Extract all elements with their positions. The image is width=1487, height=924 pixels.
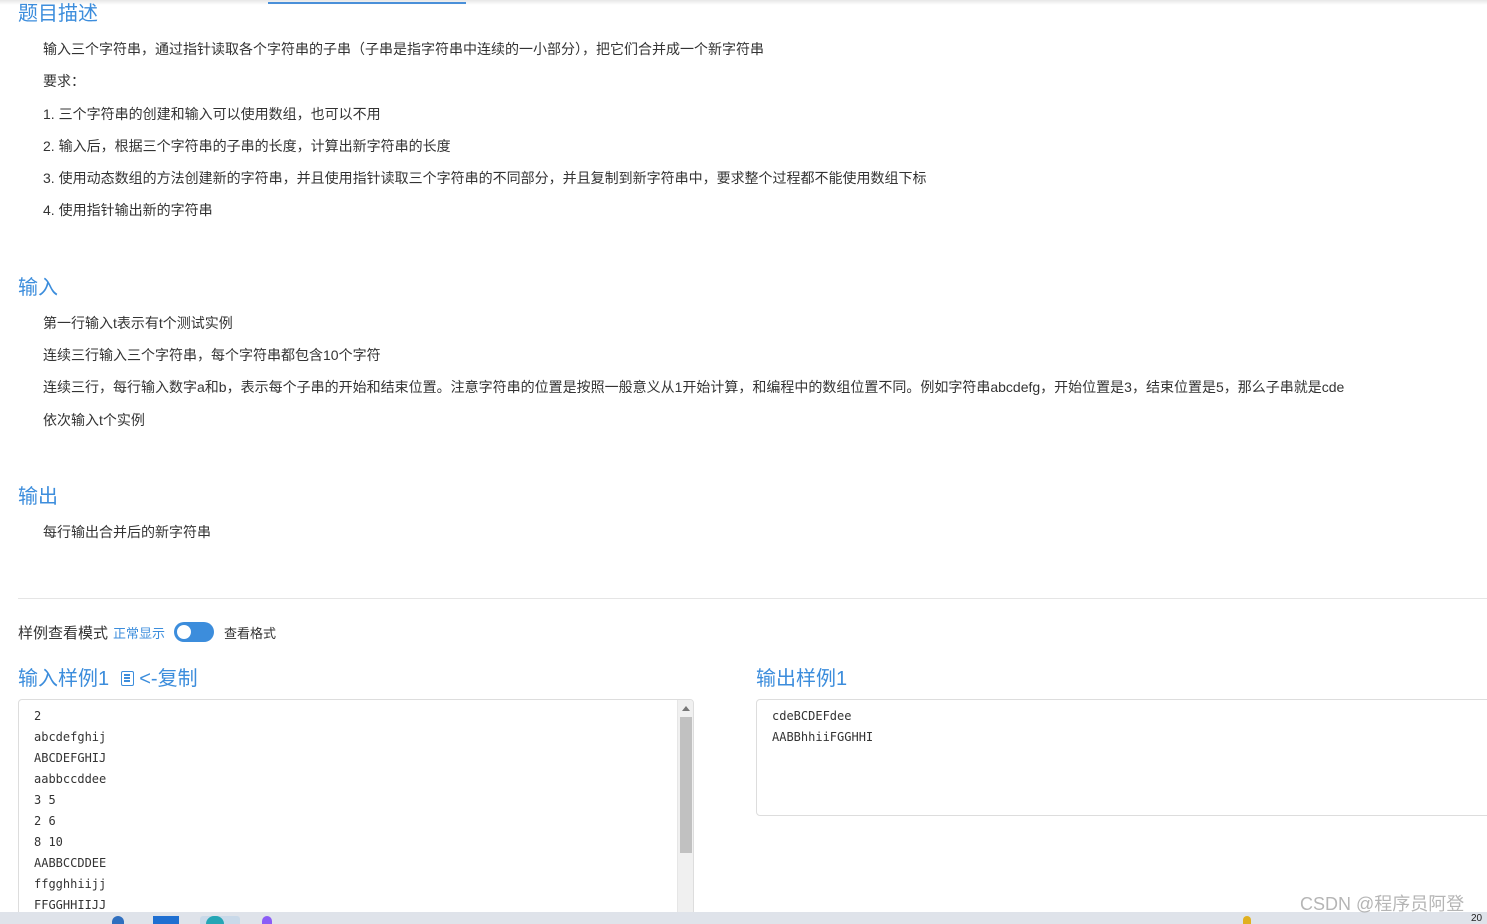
scroll-thumb[interactable] (680, 717, 692, 853)
section-divider (18, 598, 1487, 599)
sample-input-scrollbar[interactable] (677, 700, 693, 923)
copy-icon[interactable] (120, 671, 134, 686)
sample-mode-row: 样例查看模式 正常显示 查看格式 (18, 620, 276, 644)
taskbar-clock[interactable]: 20 (1471, 914, 1482, 924)
problem-line: 2. 输入后，根据三个字符串的子串的长度，计算出新字符串的长度 (43, 138, 451, 154)
sample-output-box[interactable]: cdeBCDEFdee AABBhhiiFGGHHI (756, 699, 1487, 816)
sample-input-text: 2 abcdefghij ABCDEFGHIJ aabbccddee 3 5 2… (34, 709, 107, 912)
problem-line: 输入三个字符串，通过指针读取各个字符串的子串（子串是指字符串中连续的一小部分），… (43, 41, 764, 57)
taskbar-browser-icon (206, 916, 224, 924)
page: 题目描述 输入三个字符串，通过指针读取各个字符串的子串（子串是指字符串中连续的一… (0, 0, 1487, 924)
watermark: CSDN @程序员阿登 (1300, 894, 1465, 914)
output-section-title: 输出 (18, 486, 58, 508)
output-line: 每行输出合并后的新字符串 (43, 524, 211, 540)
sample-mode-toggle[interactable] (174, 622, 215, 642)
taskbar-app-icon[interactable] (153, 916, 179, 924)
sample-input-box[interactable]: 2 abcdefghij ABCDEFGHIJ aabbccddee 3 5 2… (18, 699, 694, 924)
input-line: 依次输入t个实例 (43, 412, 145, 428)
sample-mode-label: 样例查看模式 (18, 624, 109, 642)
input-line: 第一行输入t表示有t个测试实例 (43, 315, 233, 331)
sample-output-title: 输出样例1 (756, 668, 848, 690)
copy-button[interactable]: <-复制 (139, 668, 197, 690)
sample-output-text: cdeBCDEFdee AABBhhiiFGGHHI (772, 709, 874, 744)
taskbar-app-icon[interactable] (262, 916, 272, 924)
top-bar-shadow (0, 0, 1487, 5)
active-tab-indicator[interactable] (268, 2, 466, 4)
problem-description-title: 题目描述 (18, 3, 98, 25)
problem-line: 4. 使用指针输出新的字符串 (43, 202, 213, 218)
sample-mode-normal-label[interactable]: 正常显示 (113, 623, 165, 642)
input-line: 连续三行输入三个字符串，每个字符串都包含10个字符 (43, 347, 381, 363)
sample-input-title-row: 输入样例1 <-复制 (18, 667, 198, 691)
toggle-knob (177, 625, 192, 639)
taskbar-app-icon[interactable] (112, 916, 124, 924)
problem-line: 要求： (43, 73, 85, 89)
sample-mode-format-label[interactable]: 查看格式 (224, 623, 276, 642)
problem-line: 1. 三个字符串的创建和输入可以使用数组，也可以不用 (43, 106, 381, 122)
scroll-up-arrow-icon[interactable] (682, 706, 690, 711)
sample-input-title: 输入样例1 (18, 668, 110, 690)
input-line: 连续三行，每行输入数字a和b，表示每个子串的开始和结束位置。注意字符串的位置是按… (43, 379, 1345, 395)
problem-line: 3. 使用动态数组的方法创建新的字符串，并且使用指针读取三个字符串的不同部分，并… (43, 170, 927, 186)
tray-icon[interactable] (1243, 916, 1251, 924)
input-section-title: 输入 (18, 277, 58, 299)
